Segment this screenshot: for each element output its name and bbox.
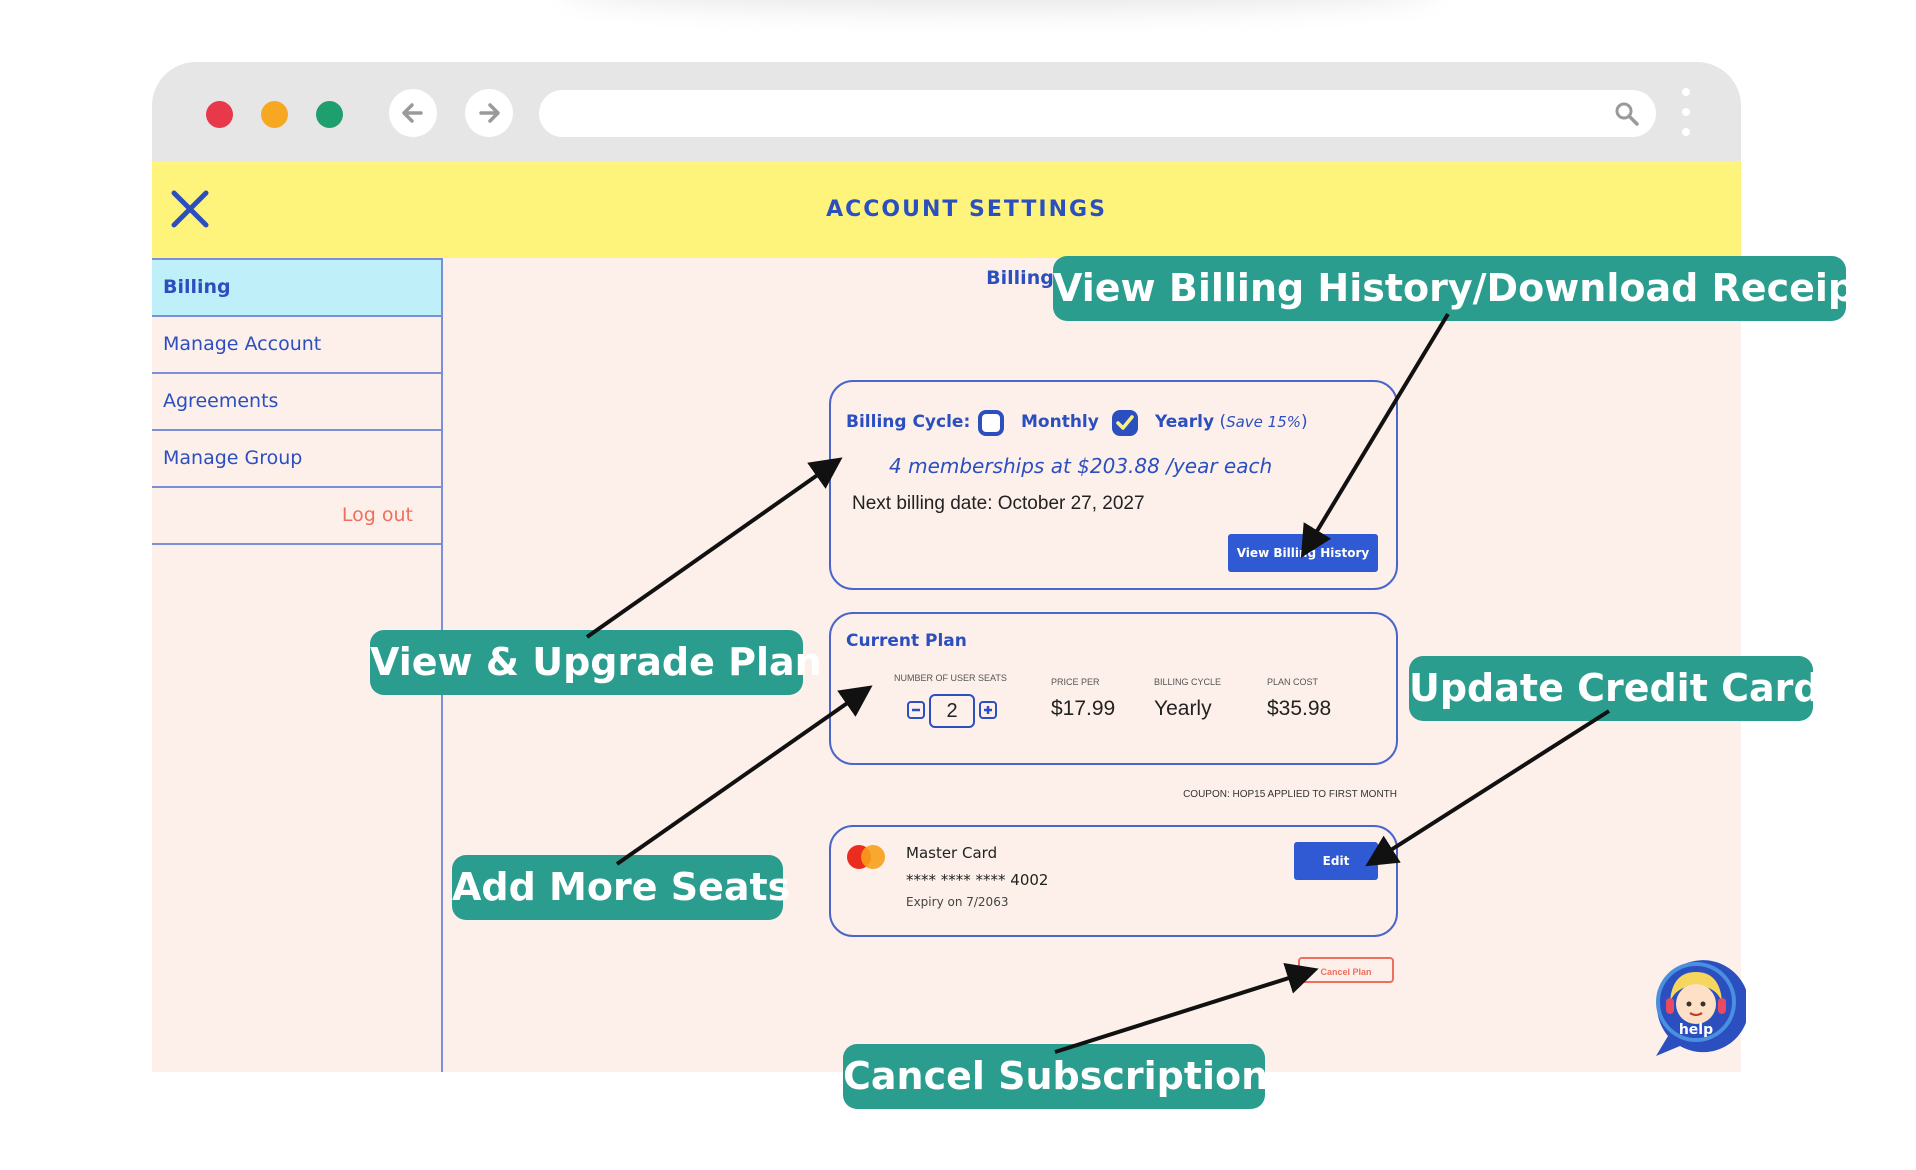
cancel-plan-button[interactable]: Cancel Plan — [1298, 957, 1394, 983]
cycle-label: BILLING CYCLE — [1154, 677, 1222, 687]
seat-increase-button[interactable] — [979, 701, 997, 719]
sidebar-item-agreements[interactable]: Agreements — [152, 374, 441, 431]
yearly-label: Yearly (Save 15%) — [1155, 412, 1308, 432]
payment-card: Master Card **** **** **** 4002 Expiry o… — [829, 825, 1398, 937]
callout-upgrade-plan: View & Upgrade Plan — [370, 630, 822, 695]
address-bar[interactable] — [539, 90, 1656, 137]
coupon-note: COUPON: HOP15 APPLIED TO FIRST MONTH — [1183, 789, 1397, 800]
logout-link[interactable]: Log out — [152, 488, 441, 545]
plus-icon — [984, 706, 992, 714]
page-title: ACCOUNT SETTINGS — [826, 197, 1107, 222]
current-plan-title: Current Plan — [846, 631, 967, 651]
yearly-discount: Save 15% — [1226, 413, 1302, 431]
card-expiry: Expiry on 7/2063 — [906, 895, 1009, 909]
save-close: ) — [1301, 412, 1308, 432]
arrow-left-icon — [402, 103, 423, 123]
callout-billing-history: View Billing History/Download Receipts — [1053, 256, 1896, 321]
help-widget[interactable]: help — [1646, 958, 1746, 1058]
memberships-summary: 4 memberships at $203.88 /year each — [889, 454, 1273, 478]
minimize-window-dot[interactable] — [261, 101, 288, 128]
help-label: help — [1678, 1022, 1714, 1038]
help-avatar-icon — [1656, 960, 1746, 1056]
seats-input[interactable]: 2 — [929, 694, 975, 728]
callout-add-seats: Add More Seats — [452, 855, 790, 920]
sidebar-item-manage-group[interactable]: Manage Group — [152, 431, 441, 488]
yearly-text: Yearly — [1155, 412, 1215, 432]
sidebar-item-manage-account[interactable]: Manage Account — [152, 317, 441, 374]
price-label: PRICE PER — [1051, 677, 1100, 687]
callout-cancel-subscription: Cancel Subscription — [843, 1044, 1268, 1109]
next-billing-date: Next billing date: October 27, 2027 — [852, 493, 1145, 514]
cycle-value: Yearly — [1154, 697, 1212, 720]
back-button[interactable] — [389, 89, 437, 137]
maximize-window-dot[interactable] — [316, 101, 343, 128]
checkmark-icon — [1116, 415, 1134, 430]
cost-label: PLAN COST — [1267, 677, 1319, 687]
price-value: $17.99 — [1051, 697, 1116, 720]
monthly-label: Monthly — [1021, 412, 1099, 432]
current-plan-card: Current Plan NUMBER OF USER SEATS 2 PRIC… — [829, 612, 1398, 765]
seats-label: NUMBER OF USER SEATS — [894, 673, 1007, 683]
callout-update-credit-card: Update Credit Card — [1409, 656, 1821, 721]
more-menu-icon[interactable] — [1680, 88, 1692, 144]
card-number: **** **** **** 4002 — [906, 871, 1049, 889]
arrow-right-icon — [479, 103, 500, 123]
billing-cycle-card: Billing Cycle: Monthly Yearly (Save 15%)… — [829, 380, 1398, 590]
close-window-dot[interactable] — [206, 101, 233, 128]
view-billing-history-button[interactable]: View Billing History — [1228, 534, 1378, 572]
browser-chrome — [152, 62, 1741, 161]
minus-icon — [912, 708, 920, 712]
card-brand: Master Card — [906, 844, 998, 862]
sidebar-item-billing[interactable]: Billing — [152, 258, 441, 317]
edit-card-button[interactable]: Edit — [1294, 842, 1378, 880]
forward-button[interactable] — [465, 89, 513, 137]
cost-value: $35.98 — [1267, 697, 1332, 720]
page-header: ACCOUNT SETTINGS — [152, 161, 1741, 258]
billing-cycle-label: Billing Cycle: — [846, 412, 971, 432]
search-icon[interactable] — [1614, 101, 1640, 127]
seat-decrease-button[interactable] — [907, 701, 925, 719]
mastercard-logo-icon — [847, 845, 885, 869]
monthly-checkbox[interactable] — [978, 410, 1004, 436]
yearly-checkbox[interactable] — [1112, 410, 1138, 436]
